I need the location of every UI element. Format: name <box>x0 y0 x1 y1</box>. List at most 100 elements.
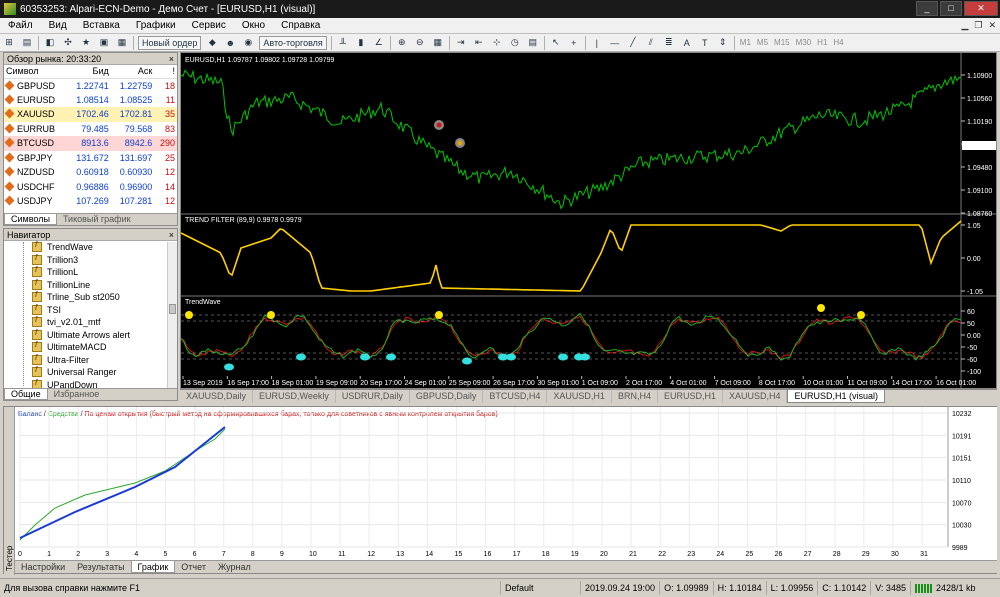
navigator-item[interactable]: UltimateMACD <box>32 340 177 354</box>
timeframe-h1[interactable]: H1 <box>817 38 827 47</box>
timeframe-m15[interactable]: M15 <box>774 38 790 47</box>
tab-settings[interactable]: Настройки <box>15 561 71 573</box>
column-bid[interactable]: Бид <box>67 65 111 79</box>
chart-tab[interactable]: XAUUSD,Daily <box>180 390 254 403</box>
navigator-item[interactable]: Universal Ranger <box>32 365 177 379</box>
tab-journal[interactable]: Журнал <box>212 561 257 573</box>
tab-graph[interactable]: График <box>130 561 176 573</box>
menu-window[interactable]: Окно <box>234 20 273 31</box>
timeframe-h4[interactable]: H4 <box>833 38 843 47</box>
autotrading-button[interactable]: Авто-торговля <box>259 35 327 50</box>
navigator-item[interactable]: Ultimate Arrows alert <box>32 328 177 342</box>
close-button[interactable]: ✕ <box>964 1 998 16</box>
column-ask[interactable]: Аск <box>110 65 155 79</box>
chart-tab[interactable]: BTCUSD,H4 <box>483 390 548 403</box>
table-row[interactable]: NZDUSD 0.60918 0.60930 12 <box>4 165 177 180</box>
chart-tab[interactable]: XAUUSD,H1 <box>547 390 612 403</box>
indicators-icon[interactable]: ⊹ <box>490 36 504 50</box>
table-row[interactable]: USDJPY 107.269 107.281 12 <box>4 194 177 209</box>
trendline-icon[interactable]: ╱ <box>626 36 640 50</box>
table-row[interactable]: EURRUB 79.485 79.568 83 <box>4 122 177 137</box>
horizontal-line-icon[interactable]: — <box>608 36 622 50</box>
chart-shift-icon[interactable]: ⇤ <box>472 36 486 50</box>
chart-tab[interactable]: EURUSD,Weekly <box>253 390 336 403</box>
navigator-item[interactable]: Trline_Sub st2050 <box>32 290 177 304</box>
vertical-line-icon[interactable]: | <box>590 36 604 50</box>
navigator-item[interactable]: TrillionLine <box>32 278 177 292</box>
navigator-item[interactable]: tvi_v2.01_mtf <box>32 315 177 329</box>
label-icon[interactable]: T <box>698 36 712 50</box>
channel-icon[interactable]: ⫽ <box>644 36 658 50</box>
table-row[interactable]: XAUUSD 1702.46 1702.81 35 <box>4 107 177 122</box>
line-chart-icon[interactable]: ∠ <box>372 36 386 50</box>
tab-report[interactable]: Отчет <box>175 561 212 573</box>
templates-icon[interactable]: ▤ <box>526 36 540 50</box>
arrows-icon[interactable]: ⇕ <box>716 36 730 50</box>
tab-general[interactable]: Общие <box>4 389 48 400</box>
navigator-item[interactable]: TrillionL <box>32 265 177 279</box>
table-row[interactable]: USDCHF 0.96886 0.96900 14 <box>4 180 177 195</box>
tab-favorites[interactable]: Избранное <box>48 389 106 400</box>
timeframe-m5[interactable]: M5 <box>757 38 768 47</box>
tab-tick-chart[interactable]: Тиковый график <box>57 214 137 225</box>
data-window-icon[interactable]: ✣ <box>61 36 75 50</box>
column-symbol[interactable]: Символ <box>4 65 68 79</box>
cursor-icon[interactable]: ↖ <box>549 36 563 50</box>
close-icon[interactable]: × <box>169 53 174 65</box>
chart-window[interactable]: EURUSD,H1 1.09787 1.09802 1.09728 1.0979… <box>180 52 997 389</box>
close-icon[interactable]: × <box>169 229 174 241</box>
chart-tab[interactable]: XAUUSD,H4 <box>723 390 788 403</box>
status-profile[interactable]: Default <box>500 581 580 595</box>
column-spread[interactable]: ! <box>154 65 177 79</box>
crosshair-icon[interactable]: + <box>567 36 581 50</box>
editor-icon[interactable]: ◆ <box>205 36 219 50</box>
maximize-button[interactable]: □ <box>940 1 962 16</box>
navigator-item[interactable]: Ultra-Filter <box>32 353 177 367</box>
mdi-minimize-icon[interactable]: ▁ <box>961 20 968 31</box>
bar-chart-icon[interactable]: ╨ <box>336 36 350 50</box>
periods-icon[interactable]: ◷ <box>508 36 522 50</box>
profiles-icon[interactable]: ▤ <box>20 36 34 50</box>
menu-view[interactable]: Вид <box>41 20 75 31</box>
timeframe-m30[interactable]: M30 <box>796 38 812 47</box>
text-icon[interactable]: A <box>680 36 694 50</box>
tab-results[interactable]: Результаты <box>71 561 130 573</box>
menu-insert[interactable]: Вставка <box>75 20 128 31</box>
tester-icon[interactable]: ▦ <box>115 36 129 50</box>
autoscroll-icon[interactable]: ⇥ <box>454 36 468 50</box>
menu-charts[interactable]: Графики <box>128 20 184 31</box>
chart-tab[interactable]: USDRUR,Daily <box>336 390 410 403</box>
navigator-item[interactable]: TrendWave <box>32 240 177 254</box>
timeframe-m1[interactable]: M1 <box>740 38 751 47</box>
minimize-button[interactable]: _ <box>916 1 938 16</box>
candle-chart-icon[interactable]: ▮ <box>354 36 368 50</box>
menu-file[interactable]: Файл <box>0 20 41 31</box>
chart-tab[interactable]: EURUSD,H1 <box>658 390 723 403</box>
mdi-close-icon[interactable]: ✕ <box>988 20 996 31</box>
chart-tab[interactable]: BRN,H4 <box>612 390 658 403</box>
menu-tools[interactable]: Сервис <box>184 20 234 31</box>
menu-help[interactable]: Справка <box>273 20 328 31</box>
chart-tab[interactable]: EURUSD,H1 (visual) <box>787 390 885 403</box>
chart-tab[interactable]: GBPUSD,Daily <box>410 390 484 403</box>
navigator-item[interactable]: Trillion3 <box>32 253 177 267</box>
mdi-restore-icon[interactable]: ❐ <box>974 20 982 31</box>
table-row[interactable]: BTCUSD 8913.6 8942.6 290 <box>4 136 177 151</box>
signals-icon[interactable]: ◉ <box>241 36 255 50</box>
tab-symbols[interactable]: Символы <box>4 214 57 225</box>
terminal-icon[interactable]: ▣ <box>97 36 111 50</box>
table-row[interactable]: EURUSD 1.08514 1.08525 11 <box>4 93 177 108</box>
trader-icon[interactable]: ☻ <box>223 36 237 50</box>
new-order-button[interactable]: Новый ордер <box>138 35 202 50</box>
table-row[interactable]: GBPUSD 1.22741 1.22759 18 <box>4 78 177 93</box>
new-chart-icon[interactable]: ⊞ <box>2 36 16 50</box>
navigator-scrollbar[interactable] <box>167 242 177 389</box>
navigator-icon[interactable]: ★ <box>79 36 93 50</box>
zoom-in-icon[interactable]: ⊕ <box>395 36 409 50</box>
tile-windows-icon[interactable]: ▦ <box>431 36 445 50</box>
market-watch-icon[interactable]: ◧ <box>43 36 57 50</box>
fibonacci-icon[interactable]: ≣ <box>662 36 676 50</box>
zoom-out-icon[interactable]: ⊖ <box>413 36 427 50</box>
navigator-item[interactable]: TSI <box>32 303 177 317</box>
table-row[interactable]: GBPJPY 131.672 131.697 25 <box>4 151 177 166</box>
